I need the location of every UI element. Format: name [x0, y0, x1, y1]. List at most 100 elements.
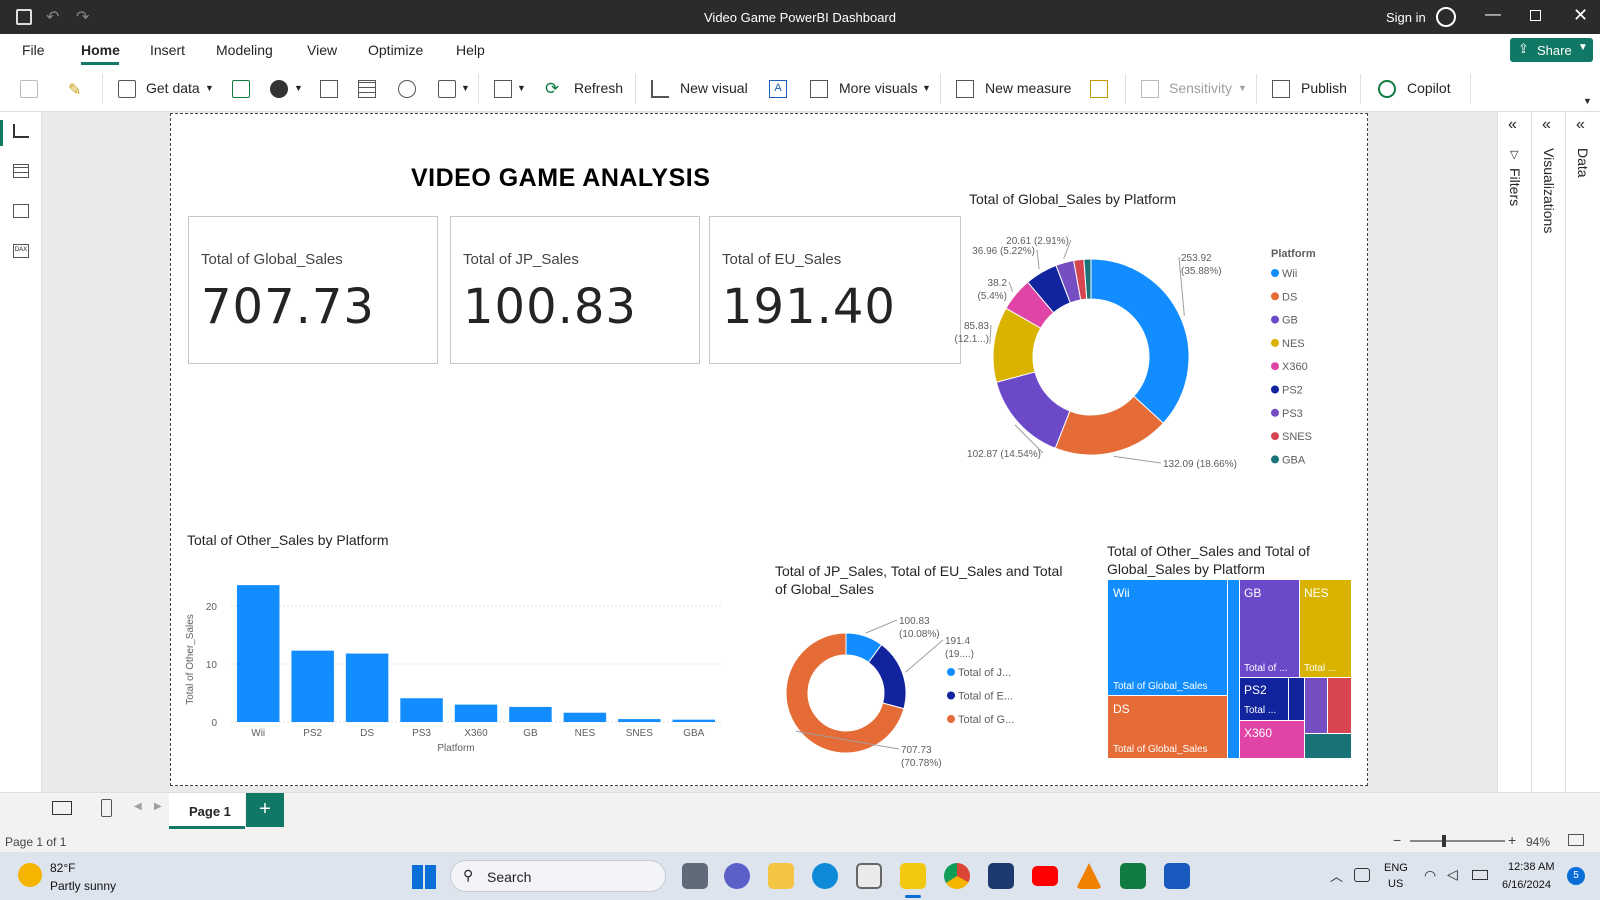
paste-icon[interactable] — [20, 80, 38, 98]
expand-icon[interactable]: « — [1508, 116, 1517, 134]
treemap-tile-x360[interactable]: X360 — [1240, 721, 1304, 758]
refresh-icon[interactable]: ⟳ — [545, 79, 563, 98]
mobile-layout-icon[interactable] — [101, 799, 112, 817]
share-button[interactable]: ⇪ Share ▼ — [1510, 38, 1593, 62]
onelake-icon[interactable] — [270, 80, 288, 98]
expand-icon[interactable]: « — [1576, 116, 1585, 134]
get-data-button[interactable]: Get data — [146, 80, 200, 96]
chevron-down-icon[interactable]: ▼ — [922, 83, 931, 93]
model-view-icon[interactable] — [13, 204, 29, 218]
report-view-icon[interactable] — [13, 124, 29, 138]
new-measure-button[interactable]: New measure — [985, 80, 1071, 96]
taskbar-search[interactable]: ⚲ Search — [450, 860, 666, 892]
publish-button[interactable]: Publish — [1301, 80, 1347, 96]
sign-in-link[interactable]: Sign in — [1386, 10, 1426, 25]
quick-measure-icon[interactable] — [1090, 80, 1108, 98]
zoom-slider[interactable] — [1410, 840, 1505, 842]
youtube-icon[interactable] — [1032, 866, 1058, 886]
vlc-icon[interactable] — [1076, 863, 1102, 889]
copilot-button[interactable]: Copilot — [1407, 80, 1451, 96]
volume-icon[interactable]: ◁ — [1447, 866, 1458, 883]
copilot-icon[interactable] — [1378, 80, 1396, 98]
menu-file[interactable]: File — [22, 42, 45, 58]
clock-time[interactable]: 12:38 AM — [1508, 861, 1554, 873]
sales-treemap[interactable]: Wii Total of Global_Sales DS Total of Gl… — [1108, 580, 1351, 758]
menu-insert[interactable]: Insert — [150, 42, 185, 58]
treemap-tile-wii[interactable]: Wii Total of Global_Sales — [1108, 580, 1227, 695]
chevron-up-icon[interactable]: ︿ — [1330, 866, 1343, 885]
store-icon[interactable] — [856, 863, 882, 889]
treemap-tile-ps3[interactable] — [1305, 678, 1327, 733]
tab-page-1[interactable]: Page 1 — [169, 793, 245, 829]
more-visuals-icon[interactable] — [810, 80, 828, 98]
new-visual-icon[interactable] — [651, 80, 669, 98]
calculator-icon[interactable] — [956, 80, 974, 98]
start-icon[interactable] — [412, 865, 436, 889]
treemap-tile-ds[interactable]: DS Total of Global_Sales — [1108, 696, 1227, 758]
menu-optimize[interactable]: Optimize — [368, 42, 423, 58]
visualizations-pane[interactable]: « Visualizations — [1532, 112, 1566, 792]
more-visuals-button[interactable]: More visuals — [839, 80, 918, 96]
menu-modeling[interactable]: Modeling — [216, 42, 273, 58]
wifi-icon[interactable]: ◠ — [1424, 867, 1436, 884]
kpi-card-jp-sales[interactable]: Total of JP_Sales 100.83 — [450, 216, 700, 364]
publish-icon[interactable] — [1272, 80, 1290, 98]
clock-date[interactable]: 6/16/2024 — [1502, 879, 1551, 891]
vscode-icon[interactable] — [988, 863, 1014, 889]
minimize-button[interactable]: — — [1485, 6, 1501, 24]
dataverse-icon[interactable] — [398, 80, 416, 98]
maximize-button[interactable] — [1530, 10, 1541, 21]
menu-help[interactable]: Help — [456, 42, 485, 58]
task-view-icon[interactable] — [682, 863, 708, 889]
prev-page-icon[interactable]: ◀ — [134, 801, 142, 812]
menu-home[interactable]: Home — [81, 42, 120, 58]
sales-comparison-donut-chart[interactable]: 100.83 (10.08%)191.4 (19....) 707.73 (70.78%… — [771, 598, 1081, 773]
new-visual-button[interactable]: New visual — [680, 80, 748, 96]
battery-icon[interactable] — [1472, 870, 1488, 880]
notification-badge[interactable]: 5 — [1567, 867, 1585, 885]
language-indicator-1[interactable]: ENG — [1384, 862, 1408, 874]
close-button[interactable]: ✕ — [1573, 5, 1588, 26]
add-page-button[interactable]: + — [246, 793, 284, 827]
chevron-down-icon[interactable]: ▼ — [205, 83, 214, 93]
dax-query-view-icon[interactable]: DAX — [13, 244, 29, 258]
table-view-icon[interactable] — [13, 164, 29, 178]
file-explorer-icon[interactable] — [768, 863, 794, 889]
treemap-tile-ps2[interactable]: PS2 Total ... — [1240, 678, 1288, 720]
sql-icon[interactable] — [320, 80, 338, 98]
text-box-icon[interactable]: A — [769, 80, 787, 98]
filters-pane[interactable]: « ▽ Filters — [1498, 112, 1532, 792]
word-icon[interactable] — [1164, 863, 1190, 889]
excel-icon[interactable] — [1120, 863, 1146, 889]
collapse-ribbon-icon[interactable]: ▼ — [1583, 96, 1592, 106]
kpi-card-global-sales[interactable]: Total of Global_Sales 707.73 — [188, 216, 438, 364]
edge-icon[interactable] — [812, 863, 838, 889]
teams-icon[interactable] — [724, 863, 750, 889]
recent-sources-icon[interactable] — [438, 80, 456, 98]
network-icon[interactable] — [1354, 868, 1370, 882]
chevron-down-icon[interactable]: ▼ — [294, 83, 303, 93]
zoom-in-button[interactable]: + — [1508, 832, 1516, 848]
chevron-down-icon[interactable]: ▼ — [517, 83, 526, 93]
zoom-slider-thumb[interactable] — [1442, 835, 1446, 847]
enter-data-icon[interactable] — [358, 80, 376, 98]
excel-icon[interactable] — [232, 80, 250, 98]
chevron-down-icon[interactable]: ▼ — [461, 83, 470, 93]
zoom-out-button[interactable]: − — [1393, 832, 1401, 848]
global-sales-donut-chart[interactable]: 253.92 (35.88%) 132.09 (18.66%) 102.87 (14.… — [951, 214, 1361, 489]
weather-text[interactable]: Partly sunny — [50, 879, 116, 893]
expand-icon[interactable]: « — [1542, 116, 1551, 134]
power-bi-icon[interactable] — [900, 863, 926, 889]
treemap-tile-snes[interactable] — [1328, 678, 1351, 733]
kpi-card-eu-sales[interactable]: Total of EU_Sales 191.40 — [709, 216, 961, 364]
chrome-icon[interactable] — [944, 863, 970, 889]
weather-temp[interactable]: 82°F — [50, 861, 75, 875]
transform-data-icon[interactable] — [494, 80, 512, 98]
weather-icon[interactable] — [18, 863, 42, 887]
other-sales-bar-chart[interactable]: 0 10 20 Wii PS2 DS PS3 X360 GB NES SNES GBA Platform… — [181, 552, 726, 767]
treemap-tile-nes[interactable]: NES Total ... — [1300, 580, 1351, 677]
desktop-layout-icon[interactable] — [52, 801, 72, 815]
menu-view[interactable]: View — [307, 42, 337, 58]
language-indicator-2[interactable]: US — [1388, 878, 1403, 890]
treemap-tile-gba[interactable] — [1305, 734, 1351, 758]
